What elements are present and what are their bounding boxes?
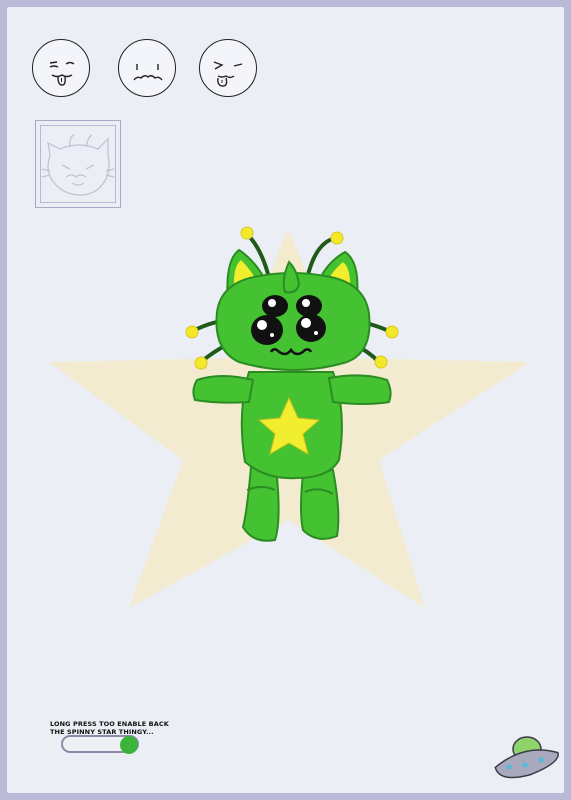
expression-button-wink[interactable] [199,39,257,97]
game-canvas: LONG PRESS TOO ENABLE BACK THE SPINNY ST… [7,7,564,793]
cat-portrait-icon [41,134,115,196]
toggle-hint-text: LONG PRESS TOO ENABLE BACK THE SPINNY ST… [50,720,169,736]
expression-button-tongue[interactable] [32,39,90,97]
expression-button-pout[interactable] [118,39,176,97]
pouting-face-icon [133,64,163,81]
toggle-knob[interactable] [120,736,138,754]
winking-face-icon [213,61,243,87]
ufo-icon[interactable] [491,729,563,785]
character-portrait-button[interactable] [35,120,121,208]
spinny-star-toggle[interactable] [61,735,139,754]
green-alien-cat-plush[interactable] [177,222,407,552]
tongue-out-face-icon [49,61,75,86]
